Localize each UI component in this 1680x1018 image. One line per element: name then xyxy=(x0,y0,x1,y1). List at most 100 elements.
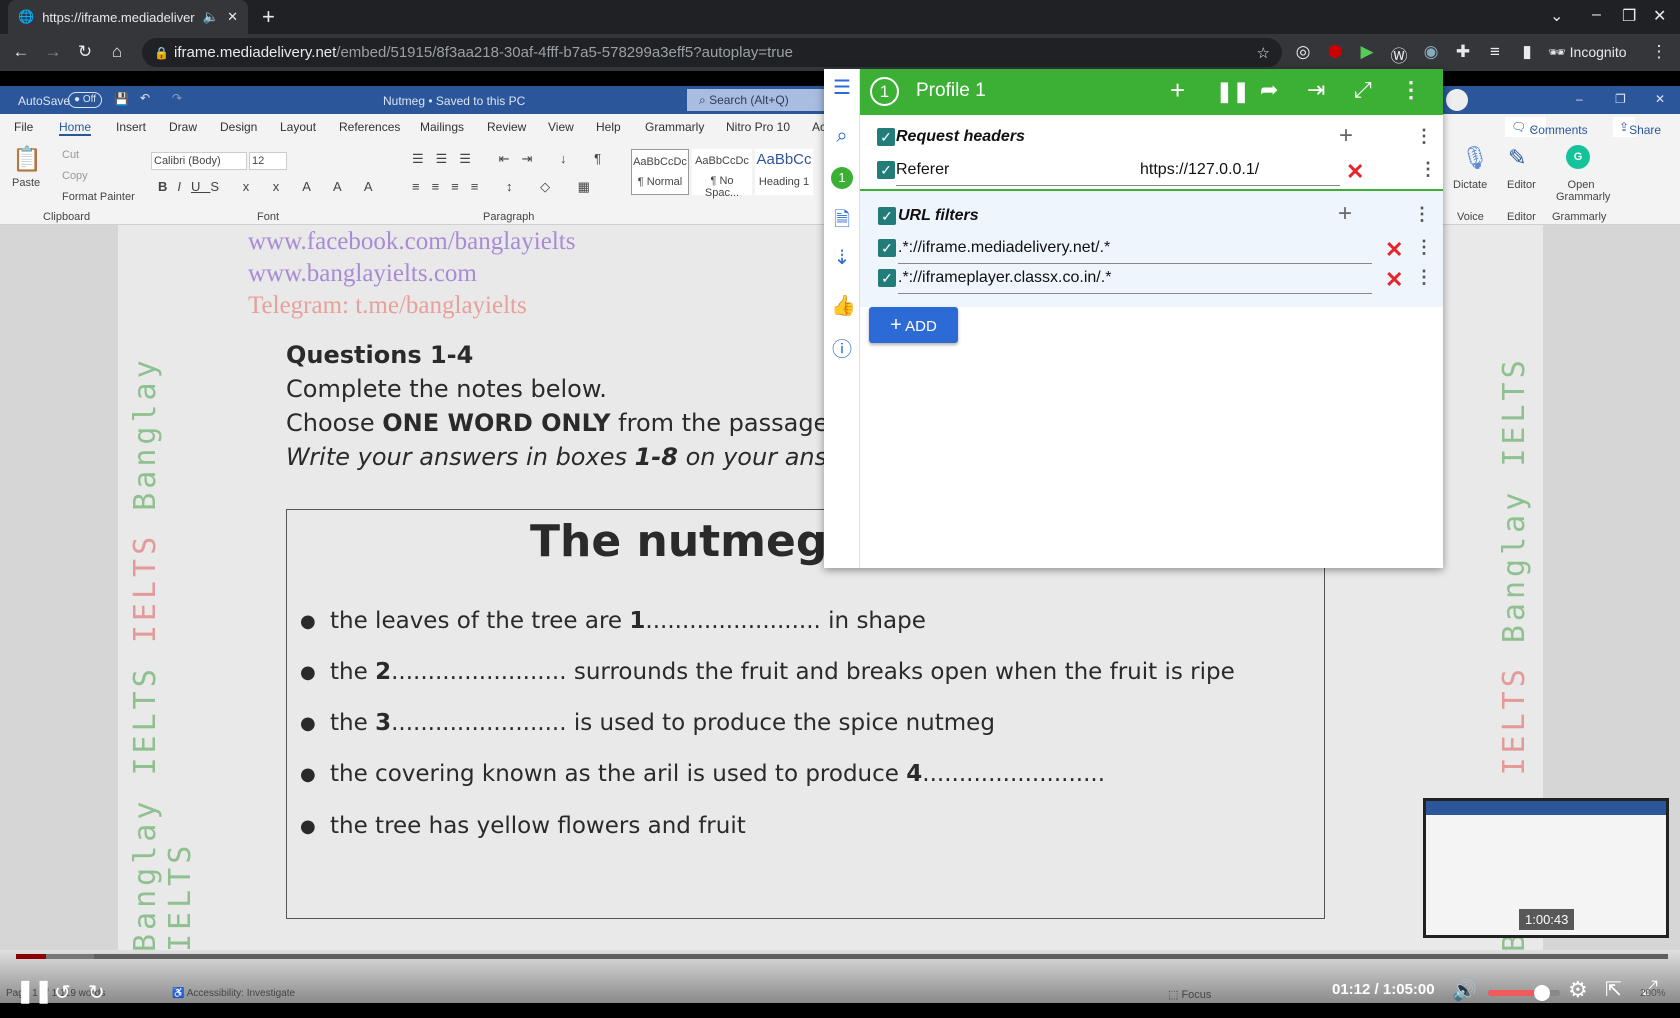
font-size-select[interactable]: 12 xyxy=(249,152,287,170)
filter-row-menu-icon[interactable]: ⋮ xyxy=(1415,237,1433,258)
tab-file[interactable]: File xyxy=(14,120,33,134)
back-icon[interactable]: ← xyxy=(10,42,32,62)
url-filter-checkbox[interactable]: ✓ xyxy=(878,239,896,257)
filter-section-menu-icon[interactable]: ⋮ xyxy=(1413,204,1431,225)
document-title[interactable]: Nutmeg • Saved to this PC xyxy=(383,94,525,108)
request-headers-checkbox[interactable]: ✓ xyxy=(877,128,895,146)
tab-help[interactable]: Help xyxy=(596,120,621,134)
reading-list-icon[interactable]: ≡ xyxy=(1484,42,1506,62)
add-file-icon[interactable]: 🗎 xyxy=(831,205,853,239)
hamburger-menu-icon[interactable]: ☰ xyxy=(831,75,853,100)
dictate-button[interactable]: Dictate xyxy=(1453,179,1487,191)
header-row-menu-icon[interactable]: ⋮ xyxy=(1419,159,1437,180)
open-external-icon[interactable]: ⇱ xyxy=(1605,977,1622,1002)
ublock-icon[interactable]: ⬢ xyxy=(1324,42,1346,62)
expand-icon[interactable]: ⤢ xyxy=(1354,77,1372,103)
copy-button[interactable]: Copy xyxy=(62,170,88,182)
url-filter-checkbox[interactable]: ✓ xyxy=(878,269,896,287)
font-name-select[interactable]: Calibri (Body) xyxy=(151,152,247,170)
profile-name[interactable]: Profile 1 xyxy=(916,80,986,102)
tab-nitro[interactable]: Nitro Pro 10 xyxy=(726,120,790,134)
reload-icon[interactable]: ↻ xyxy=(74,42,96,62)
add-header-icon[interactable]: + xyxy=(1339,122,1353,150)
pause-profile-icon[interactable]: ❚❚ xyxy=(1216,79,1250,104)
editor-icon[interactable]: ✎ xyxy=(1508,145,1526,171)
header-name-field[interactable]: Referer xyxy=(896,161,949,179)
browser-menu-icon[interactable]: ⋮ xyxy=(1648,42,1670,62)
filter-row-menu-icon[interactable]: ⋮ xyxy=(1415,267,1433,288)
address-bar[interactable]: 🔒 iframe.mediadelivery.net/embed/51915/8… xyxy=(142,38,1282,67)
redo-icon[interactable]: ↷ xyxy=(172,91,182,105)
speaker-icon[interactable]: 🔈 xyxy=(203,9,219,25)
accessibility-status[interactable]: ♿ Accessibility: Investigate xyxy=(172,988,295,999)
close-window-icon[interactable]: ✕ xyxy=(1653,6,1666,26)
tab-insert[interactable]: Insert xyxy=(116,120,146,134)
tab-grammarly[interactable]: Grammarly xyxy=(645,120,704,134)
w-extension-icon[interactable]: Ⓦ xyxy=(1388,42,1410,67)
url-filters-checkbox[interactable]: ✓ xyxy=(878,207,896,225)
referer-checkbox[interactable]: ✓ xyxy=(877,161,895,179)
focus-mode-button[interactable]: ⬚ Focus xyxy=(1168,988,1211,1001)
user-avatar[interactable] xyxy=(1446,89,1468,111)
extensions-puzzle-icon[interactable]: ✚ xyxy=(1452,42,1474,62)
url-filter-field[interactable]: .*://iframe.mediadelivery.net/.* xyxy=(898,239,1110,257)
more-vert-icon[interactable]: ⋮ xyxy=(1400,77,1422,103)
format-painter-button[interactable]: Format Painter xyxy=(62,191,135,203)
close-tab-icon[interactable]: ✕ xyxy=(227,9,238,25)
thumbs-up-icon[interactable]: 👍 xyxy=(831,293,856,318)
header-value-field[interactable]: https://127.0.0.1/ xyxy=(1140,161,1259,179)
pause-icon[interactable]: ❚❚ xyxy=(16,978,53,1004)
video-progress-bar[interactable] xyxy=(16,954,1668,959)
restore-icon[interactable]: ❐ xyxy=(1622,6,1636,26)
font-format-buttons[interactable]: BIUS x x A A A xyxy=(158,179,383,194)
word-minimize-icon[interactable]: – xyxy=(1576,92,1583,106)
modheader-icon[interactable]: ◉ xyxy=(1420,42,1442,62)
style-no-spacing[interactable]: AaBbCcDc ¶ No Spac... xyxy=(692,149,752,199)
sort-icon[interactable]: ⇣ xyxy=(831,245,853,270)
paste-button[interactable]: Paste xyxy=(12,177,40,189)
search-icon[interactable]: ⌕ xyxy=(831,125,853,148)
tab-layout[interactable]: Layout xyxy=(280,120,316,134)
delete-filter-icon[interactable]: ✕ xyxy=(1385,237,1403,263)
bookmark-star-icon[interactable]: ☆ xyxy=(1257,44,1270,62)
tab-view[interactable]: View xyxy=(548,120,574,134)
telegram-link[interactable]: Telegram: t.me/banglayielts xyxy=(248,292,527,320)
autosave-toggle[interactable]: ● Off xyxy=(68,92,102,108)
tab-search-icon[interactable]: ⌄ xyxy=(1550,6,1563,26)
url-filter-field[interactable]: .*://iframeplayer.classx.co.in/.* xyxy=(898,269,1111,287)
style-heading-1[interactable]: AaBbCc Heading 1 xyxy=(755,149,813,195)
tab-draw[interactable]: Draw xyxy=(169,120,197,134)
grammarly-icon[interactable]: G xyxy=(1566,145,1590,169)
paragraph-buttons[interactable]: ☰☰☰ ⇤⇥ ↓ ¶ xyxy=(412,151,613,167)
open-grammarly-button[interactable]: Open Grammarly xyxy=(1556,179,1610,203)
tab-design[interactable]: Design xyxy=(220,120,257,134)
home-icon[interactable]: ⌂ xyxy=(106,42,128,62)
extension-icon[interactable]: ◎ xyxy=(1292,42,1314,62)
side-panel-icon[interactable]: ▮ xyxy=(1516,42,1538,62)
minimize-icon[interactable]: – xyxy=(1592,6,1601,24)
forward-10-icon[interactable]: ↻ xyxy=(88,980,105,1005)
tab-mailings[interactable]: Mailings xyxy=(420,120,464,134)
share-button[interactable]: ⇪ Share xyxy=(1613,117,1661,137)
tab-review[interactable]: Review xyxy=(487,120,526,134)
volume-icon[interactable]: 🔊 xyxy=(1452,978,1477,1003)
facebook-link[interactable]: www.facebook.com/banglayielts xyxy=(248,228,575,256)
editor-button[interactable]: Editor xyxy=(1507,179,1536,191)
word-close-icon[interactable]: ✕ xyxy=(1655,92,1665,106)
word-search-box[interactable]: ⌕ Search (Alt+Q) xyxy=(687,89,827,111)
alignment-buttons[interactable]: ≡≡≡≡ ↕ ◇ ▦ xyxy=(412,179,602,195)
incognito-badge[interactable]: 🕶 Incognito xyxy=(1548,44,1627,61)
comments-button[interactable]: 🗨 Comments ⌄ xyxy=(1505,117,1588,137)
help-icon[interactable]: ⓘ xyxy=(831,333,853,362)
delete-header-icon[interactable]: ✕ xyxy=(1346,159,1364,185)
add-button[interactable]: + ADD xyxy=(869,307,958,343)
website-link[interactable]: www.banglayielts.com xyxy=(248,260,477,288)
delete-filter-icon[interactable]: ✕ xyxy=(1385,267,1403,293)
cut-button[interactable]: Cut xyxy=(62,149,79,161)
volume-knob[interactable] xyxy=(1534,985,1550,1001)
rewind-10-icon[interactable]: ↺ xyxy=(54,980,71,1005)
settings-gear-icon[interactable]: ⚙ xyxy=(1568,977,1588,1003)
undo-icon[interactable]: ↶ xyxy=(140,91,150,105)
add-icon[interactable]: + xyxy=(1170,75,1185,106)
browser-tab[interactable]: 🌐 https://iframe.mediadeliver 🔈 ✕ xyxy=(8,0,248,34)
